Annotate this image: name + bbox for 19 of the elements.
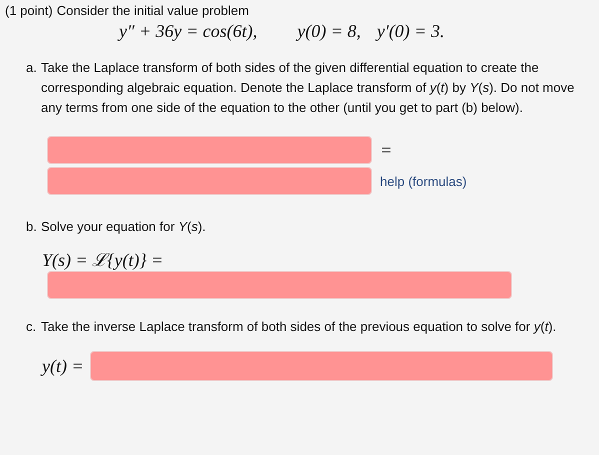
equation: y″ + 36y = cos(6t), [119,20,258,42]
part-marker: c. [26,318,38,336]
part-marker: a. [26,59,38,77]
equation: y′(0) = 3. [376,20,444,42]
instruction-text: Take the Laplace transform of both sides of the given differential equation to create the corresponding algebraic equation. Denote the Laplace transform of y(t) by Y(s). Do not move any terms from one side of the equation to the other (until you get to part (b) below). [41,59,576,117]
answer-field[interactable] [47,167,372,195]
points-label: (1 point) [5,3,53,19]
help-link[interactable]: help (formulas) [380,174,467,188]
answer-field[interactable] [90,351,553,381]
formula-label: y(t) = [42,356,84,376]
part-marker: b. [26,218,38,236]
equals-sign: = [380,140,392,160]
equation: y(0) = 8, [297,20,361,42]
problem-intro: Consider the initial value problem [56,3,249,19]
instruction-text: Take the inverse Laplace transform of both sides of the previous equation to solve for y(t). [41,318,558,336]
instruction-text: Solve your equation for Y(s). [41,218,207,236]
formula-label: Y(s) = ℒ{y(t)} = [42,249,164,271]
answer-field[interactable] [47,271,512,299]
answer-field[interactable] [47,136,372,164]
